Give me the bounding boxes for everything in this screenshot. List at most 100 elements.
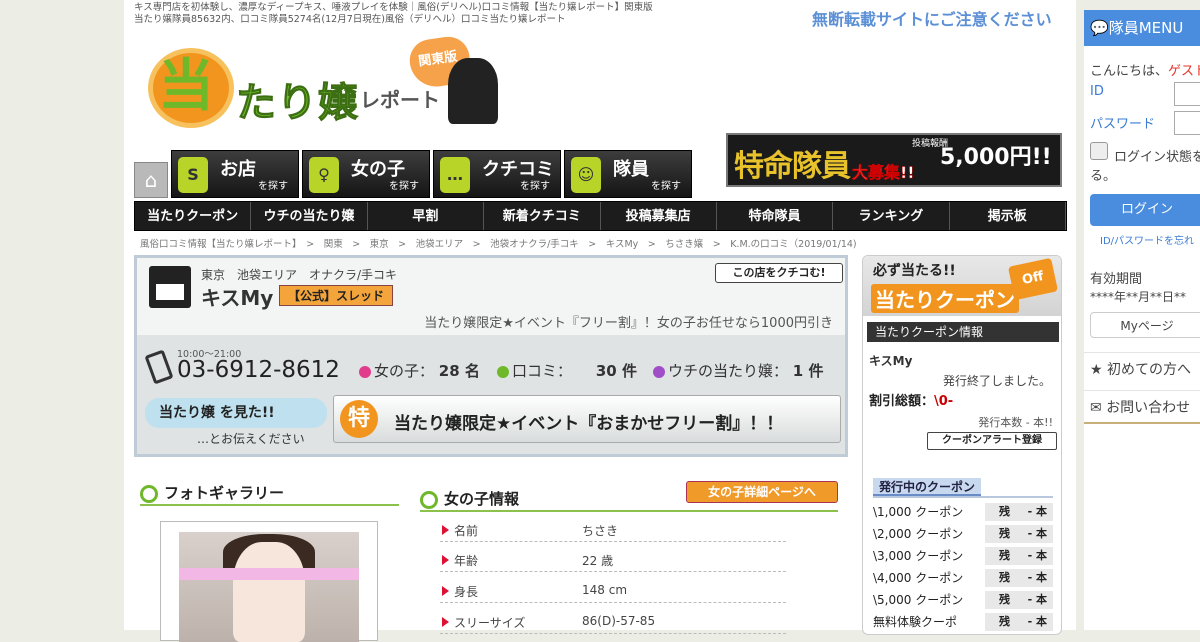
breadcrumb[interactable]: 風俗口コミ情報【当たり嬢レポート】 > 関東 > 東京 > 池袋エリア > 池袋… <box>140 236 857 250</box>
id-label: ID <box>1090 84 1104 99</box>
coupon-remaining: 残- 本 <box>985 591 1053 609</box>
category-menu: ⌂ S お店 を探す ♀ 女の子 を探す … クチコミ を探す ☺ 隊員 を探す <box>134 150 692 198</box>
category-label: お店 <box>220 159 256 180</box>
review-shop-button[interactable]: この店をクチコむ! <box>715 263 843 283</box>
target-icon <box>140 484 158 503</box>
shop-info-panel: 東京 池袋エリア オナクラ/手コキ キスMy 【公式】スレッド この店をクチコむ… <box>134 255 848 457</box>
first-time-label: 初めての方へ <box>1107 362 1192 378</box>
coupon-row[interactable]: \4,000 クーポン 残 - 本 <box>873 568 1053 588</box>
member-menu-title: 隊員MENU <box>1108 19 1184 37</box>
nav-recruiting-shops[interactable]: 投稿募集店 <box>601 202 717 230</box>
coupon-alert-button[interactable]: クーポンアラート登録 <box>927 432 1057 450</box>
profile-value: ちさき <box>582 524 619 538</box>
keep-login-checkbox[interactable] <box>1090 142 1108 160</box>
profile-row: 名前 ちさき <box>440 520 786 542</box>
category-sub: を探す <box>258 181 288 192</box>
category-label: 隊員 <box>613 159 649 180</box>
first-time-link[interactable]: ★ 初めての方へ <box>1084 352 1200 386</box>
greeting-text: こんにちは、 <box>1090 64 1169 79</box>
shop-name[interactable]: キスMy <box>201 282 273 311</box>
category-girls[interactable]: ♀ 女の子 を探す <box>302 150 430 198</box>
nav-our-atari[interactable]: ウチの当たり嬢 <box>251 202 368 230</box>
target-icon <box>420 490 438 509</box>
keep-login-label: ログイン状態を <box>1114 150 1200 165</box>
special-event-text: 当たり嬢限定★イベント『おまかせフリー割』！！ <box>394 414 784 434</box>
main-nav: 当たりクーポン ウチの当たり嬢 早割 新着クチコミ 投稿募集店 特命隊員 ランキ… <box>134 201 1067 231</box>
girls-label: 女の子： <box>374 362 435 380</box>
issued-coupons-tab: 発行中のクーポン <box>873 478 981 496</box>
category-reviews[interactable]: … クチコミ を探す <box>433 150 561 198</box>
category-sub: を探す <box>389 181 419 192</box>
store-icon: S <box>178 157 208 193</box>
nav-early-discount[interactable]: 早割 <box>368 202 485 230</box>
off-icon: Off <box>1007 257 1059 301</box>
girl-detail-button[interactable]: 女の子詳細ページへ <box>686 481 838 503</box>
nav-ranking[interactable]: ランキング <box>833 202 950 230</box>
coupon-name: \4,000 クーポン <box>873 571 964 585</box>
discount-total: 割引総額：\0- <box>869 390 953 409</box>
coupon-row[interactable]: \2,000 クーポン 残 - 本 <box>873 524 1053 544</box>
coupon-info-bar: 当たりクーポン情報 <box>867 322 1059 342</box>
category-shop[interactable]: S お店 を探す <box>171 150 299 198</box>
official-thread-button[interactable]: 【公式】スレッド <box>279 285 394 306</box>
gallery-title: フォトギャラリー <box>164 484 285 502</box>
logo-report: レポート <box>360 88 440 112</box>
category-members[interactable]: ☺ 隊員 を探す <box>564 150 692 198</box>
contact-link[interactable]: ✉ お問い合わせ <box>1084 390 1200 424</box>
banner-title: 特命隊員 <box>734 149 851 184</box>
nav-coupon[interactable]: 当たりクーポン <box>135 202 252 230</box>
chat-icon: … <box>440 157 470 193</box>
nav-new-reviews[interactable]: 新着クチコミ <box>484 202 601 230</box>
category-sub: を探す <box>651 181 681 192</box>
coupon-row[interactable]: \1,000 クーポン 残 - 本 <box>873 502 1053 522</box>
coupon-row[interactable]: \3,000 クーポン 残 - 本 <box>873 546 1053 566</box>
coupon-remaining: 残- 本 <box>985 503 1053 521</box>
header-tagline: キス専門店を初体験し、濃厚なディープキス、唾液プレイを体験｜風俗(デリヘル)口コ… <box>134 2 653 13</box>
profile-key: 名前 <box>442 522 478 539</box>
discount-label: 割引総額： <box>869 394 935 409</box>
girls-value: 28 名 <box>438 362 480 380</box>
password-input[interactable] <box>1174 111 1200 135</box>
remaining-label: 残 <box>999 593 1010 606</box>
heel-icon: ♀ <box>309 157 339 193</box>
recruit-banner[interactable]: 特命隊員 大募集!! 投稿報酬 5,000円!! <box>726 133 1062 187</box>
login-button[interactable]: ログイン <box>1090 194 1200 226</box>
id-input[interactable] <box>1174 82 1200 106</box>
photo-watermark <box>179 568 359 580</box>
chat-icon: 💬 <box>1090 19 1109 37</box>
validity-label: 有効期間 <box>1090 272 1143 287</box>
divider <box>420 510 838 512</box>
coupon-header[interactable]: 必ず当たる!! 当たりクーポン Off <box>863 256 1061 316</box>
remaining-count: - 本 <box>1027 593 1047 606</box>
keep-login-label-2: る。 <box>1090 169 1117 184</box>
coupon-row[interactable]: 無料体験クーポ 残 - 本 <box>873 612 1053 632</box>
girl-info-title: 女の子情報 <box>444 490 520 508</box>
phone-number[interactable]: 03-6912-8612 <box>177 357 340 383</box>
coupon-row[interactable]: \5,000 クーポン 残 - 本 <box>873 590 1053 610</box>
profile-value: 148 cm <box>582 583 628 597</box>
coupon-panel: 必ず当たる!! 当たりクーポン Off 当たりクーポン情報 キスMy 発行終了し… <box>862 255 1062 635</box>
coupon-name: \2,000 クーポン <box>873 527 964 541</box>
home-button[interactable]: ⌂ <box>134 162 168 198</box>
divider <box>140 504 399 506</box>
site-logo[interactable]: 当 たり嬢 レポート 関東版 <box>148 34 508 130</box>
nav-special-members[interactable]: 特命隊員 <box>717 202 834 230</box>
nav-board[interactable]: 掲示板 <box>950 202 1066 230</box>
special-event-button[interactable]: 特 当たり嬢限定★イベント『おまかせフリー割』！！ <box>333 395 841 443</box>
greeting: こんにちは、ゲスト <box>1090 60 1200 79</box>
profile-row: 身長 148 cm <box>440 581 786 603</box>
forgot-link[interactable]: ID/パスワードを忘れ <box>1100 232 1194 247</box>
shop-icon <box>149 266 191 308</box>
banner-sub: 大募集!! <box>852 163 915 183</box>
profile-row: スリーサイズ 86(D)-57-85 <box>440 612 786 634</box>
atari-value: 1 件 <box>792 362 824 380</box>
coupon-head-a: 必ず当たる!! <box>873 263 956 279</box>
girl-photo[interactable] <box>160 521 378 642</box>
star-icon: ★ <box>1090 362 1108 378</box>
category-sub: を探す <box>520 181 550 192</box>
coupon-remaining: 残- 本 <box>985 547 1053 565</box>
contact-label: お問い合わせ <box>1106 400 1191 416</box>
shop-promo: 当たり嬢限定★イベント『フリー割』！女の子お任せなら1000円引き <box>424 316 833 331</box>
shop-area[interactable]: 東京 池袋エリア オナクラ/手コキ <box>201 266 397 283</box>
my-page-button[interactable]: Myページ <box>1090 312 1200 338</box>
